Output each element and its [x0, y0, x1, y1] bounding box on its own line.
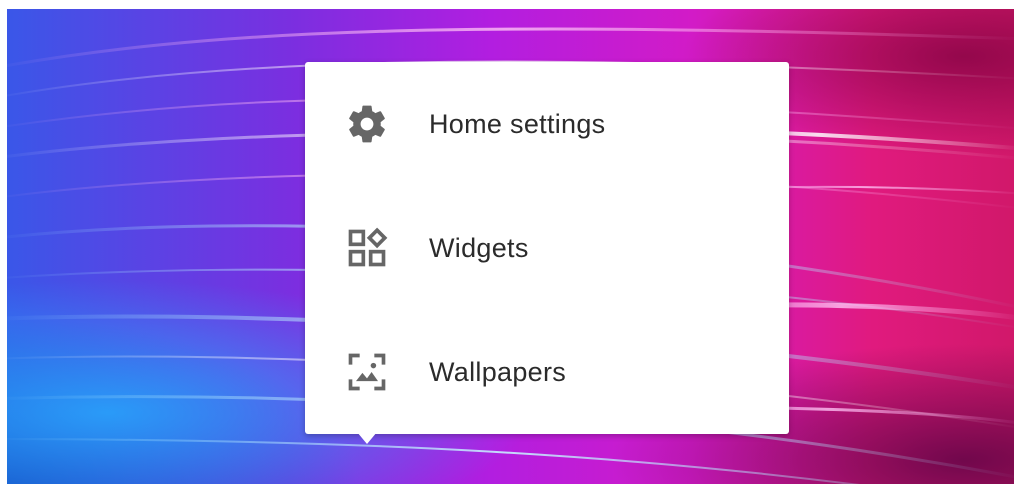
- menu-item-wallpapers[interactable]: Wallpapers: [305, 310, 789, 434]
- wallpaper-icon: [345, 350, 389, 394]
- menu-item-label: Home settings: [429, 108, 606, 139]
- menu-item-label: Widgets: [429, 232, 529, 263]
- gear-icon: [345, 102, 389, 146]
- menu-pointer-arrow: [357, 432, 377, 444]
- menu-item-label: Wallpapers: [429, 356, 567, 387]
- home-screen-context-menu: Home settings Widgets Wallpapers: [305, 62, 789, 434]
- widgets-icon: [345, 226, 389, 270]
- menu-item-home-settings[interactable]: Home settings: [305, 62, 789, 186]
- menu-item-widgets[interactable]: Widgets: [305, 186, 789, 310]
